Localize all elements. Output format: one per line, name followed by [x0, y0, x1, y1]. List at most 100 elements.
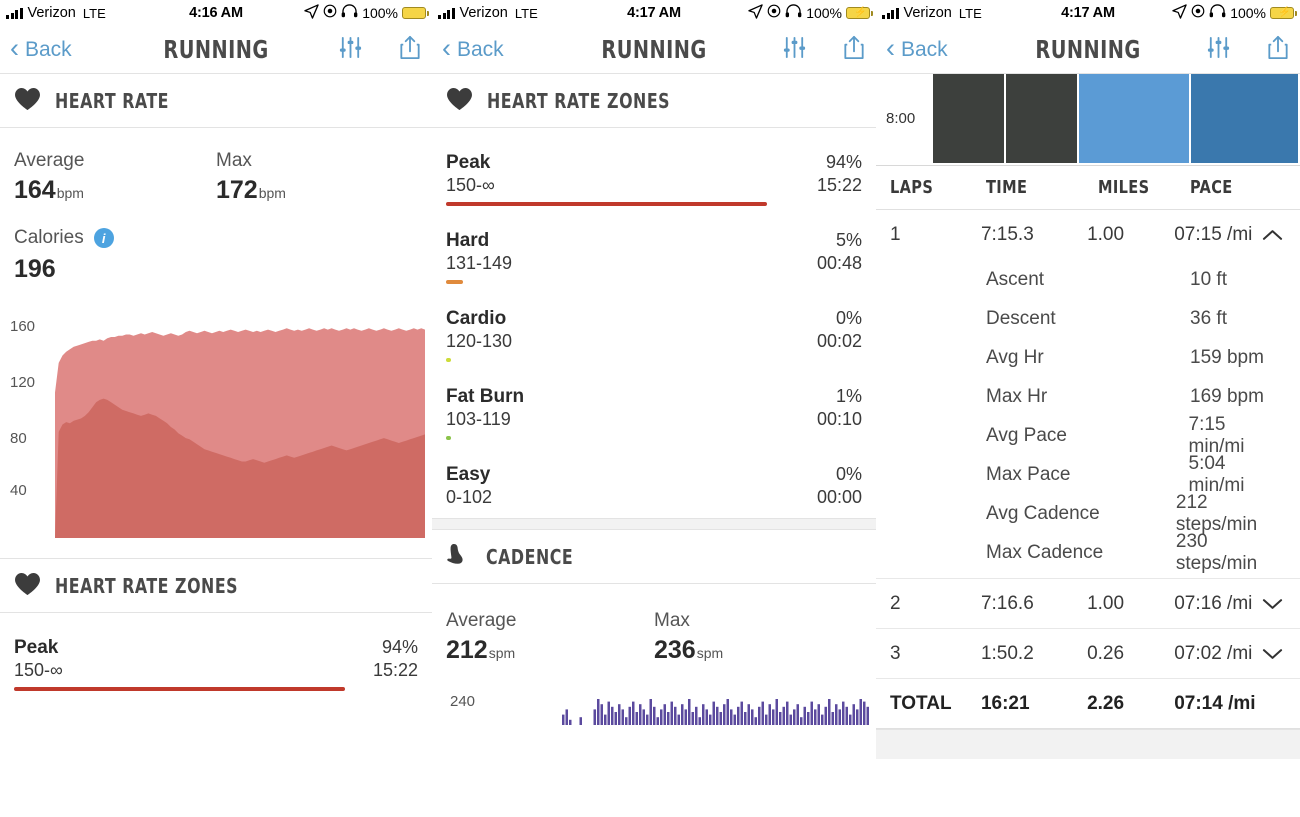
- detail-label: Max Cadence: [986, 541, 1104, 563]
- zone-time: 00:48: [816, 253, 862, 273]
- detail-label: Avg Cadence: [986, 502, 1100, 524]
- zone-percent: 1%: [835, 386, 862, 406]
- share-icon[interactable]: [842, 34, 866, 65]
- headphones-icon: [1209, 4, 1226, 22]
- zone-percent: 5%: [835, 230, 862, 250]
- heart-icon: [14, 572, 41, 600]
- zone-row-bottom: 120-130 00:02: [446, 331, 862, 352]
- lap-number: 1: [890, 224, 901, 245]
- total-pace: 07:14 /mi: [1174, 692, 1256, 714]
- chevron-up-icon[interactable]: [1259, 228, 1286, 242]
- heart-rate-stats: Average 164bpm Max 172bpm: [0, 128, 432, 205]
- lap-detail-row: Max Cadence 230 steps/min: [876, 530, 1300, 574]
- zone-row-bottom: 131-149 00:48: [446, 253, 862, 274]
- zone-name: Fat Burn: [446, 386, 525, 407]
- zone-row-top: Cardio 0%: [446, 308, 862, 330]
- table-row[interactable]: 1 7:15.3 1.00 07:15 /mi: [876, 210, 1300, 260]
- stat-label: Average: [446, 610, 517, 631]
- sliders-icon[interactable]: [781, 34, 808, 65]
- detail-label: Max Pace: [986, 463, 1071, 485]
- zone-row-top: Easy 0%: [446, 464, 862, 486]
- detail-value: 7:15 min/mi: [1188, 413, 1245, 457]
- zone-row[interactable]: Fat Burn 1% 103-119 00:10: [446, 362, 862, 440]
- lap-detail-row: Descent 36 ft: [876, 299, 1300, 338]
- nav-actions: [337, 34, 422, 65]
- nav-bar: ‹ Back RUNNING: [432, 26, 876, 74]
- lap-number: 3: [890, 642, 901, 664]
- info-icon[interactable]: i: [93, 228, 114, 248]
- zone-percent: 94%: [381, 637, 418, 657]
- table-row[interactable]: 3 1:50.2 0.26 07:02 /mi: [876, 629, 1300, 679]
- bolt-icon: ⚡: [1278, 7, 1291, 18]
- stat-unit: bpm: [56, 185, 84, 201]
- share-icon[interactable]: [1266, 34, 1290, 65]
- section-header-heart-rate-zones: HEART RATE ZONES: [0, 559, 432, 613]
- stat-unit: spm: [488, 645, 516, 661]
- stat-label: Average: [14, 150, 85, 171]
- battery-charging-icon: ⚡: [846, 7, 873, 19]
- bolt-icon: ⚡: [854, 7, 867, 18]
- zone-name: Peak: [446, 152, 491, 173]
- stat-number: 212: [446, 636, 488, 664]
- chevron-down-icon[interactable]: [1259, 597, 1286, 611]
- column-header-laps: LAPS: [890, 177, 934, 198]
- y-tick: 160: [10, 318, 36, 335]
- lap-pace: 07:02 /mi: [1174, 642, 1253, 664]
- detail-value: 5:04 min/mi: [1188, 452, 1245, 496]
- column-header-pace: PACE: [1190, 177, 1233, 198]
- lap-miles: 1.00: [1087, 224, 1125, 245]
- zone-row[interactable]: Easy 0% 0-102 00:00: [446, 440, 862, 518]
- table-row-total: TOTAL 16:21 2.26 07:14 /mi: [876, 679, 1300, 729]
- zone-range: 150-∞: [446, 175, 495, 195]
- table-row[interactable]: 2 7:16.6 1.00 07:16 /mi: [876, 579, 1300, 629]
- stat-unit: spm: [696, 645, 724, 661]
- chevron-down-icon[interactable]: [1259, 647, 1286, 661]
- pace-bar-segment: [1191, 74, 1300, 163]
- status-right: 100% ⚡: [748, 4, 873, 23]
- divider: [432, 518, 876, 530]
- zone-bar: [14, 687, 346, 691]
- zone-range: 120-130: [446, 331, 513, 351]
- y-tick: 80: [10, 430, 27, 447]
- lap-time: 1:50.2: [980, 642, 1034, 664]
- detail-label: Ascent: [986, 268, 1045, 290]
- zone-name: Hard: [446, 230, 490, 251]
- share-icon[interactable]: [398, 34, 422, 65]
- zone-name: Peak: [14, 637, 59, 658]
- calories-label: Calories: [14, 227, 84, 248]
- sliders-icon[interactable]: [337, 34, 364, 65]
- stat-number: 172: [216, 176, 258, 204]
- zone-row[interactable]: Hard 5% 131-149 00:48: [446, 206, 862, 284]
- detail-value: 230 steps/min: [1175, 530, 1258, 574]
- detail-label: Avg Pace: [986, 424, 1067, 446]
- status-bar: Verizon LTE 4:17 AM 100% ⚡: [432, 0, 876, 26]
- table-footer-spacer: [876, 729, 1300, 759]
- zone-range: 150-∞: [14, 660, 63, 680]
- total-miles: 2.26: [1087, 692, 1125, 714]
- battery-percent: 100%: [362, 5, 398, 21]
- zone-row[interactable]: Peak 94% 150-∞ 15:22: [446, 128, 862, 206]
- laps-table-header: LAPS TIME MILES PACE: [876, 166, 1300, 210]
- zone-name: Easy: [446, 464, 491, 485]
- heart-icon: [446, 87, 473, 115]
- section-header-heart-rate: HEART RATE: [0, 74, 432, 128]
- battery-percent: 100%: [806, 5, 842, 21]
- zone-percent: 0%: [835, 464, 862, 484]
- lap-time: 7:15.3: [980, 224, 1034, 245]
- cadence-stats: Average 212spm Max 236spm: [432, 584, 876, 665]
- zone-percent: 0%: [835, 308, 862, 328]
- zone-row-bottom: 150-∞ 15:22: [14, 660, 418, 681]
- zone-row[interactable]: Peak 94% 150-∞ 15:22: [14, 613, 418, 691]
- sliders-icon[interactable]: [1205, 34, 1232, 65]
- cadence-bar-plot: [562, 699, 869, 725]
- chevron-left-icon: ‹: [886, 32, 895, 63]
- panel-heart-rate-zones: Verizon LTE 4:17 AM 100% ⚡ ‹ Back RUNNIN…: [432, 0, 876, 817]
- foot-icon: [446, 543, 472, 571]
- battery-charging-icon: ⚡: [1270, 7, 1297, 19]
- stat-average: Average 164bpm: [14, 150, 216, 205]
- stat-unit: bpm: [258, 185, 286, 201]
- pace-bar-segment: [933, 74, 1007, 163]
- zone-row[interactable]: Cardio 0% 120-130 00:02: [446, 284, 862, 362]
- panel-laps: Verizon LTE 4:17 AM 100% ⚡ ‹ Back RUNNIN…: [876, 0, 1300, 817]
- heart-rate-area-plot: [55, 328, 425, 538]
